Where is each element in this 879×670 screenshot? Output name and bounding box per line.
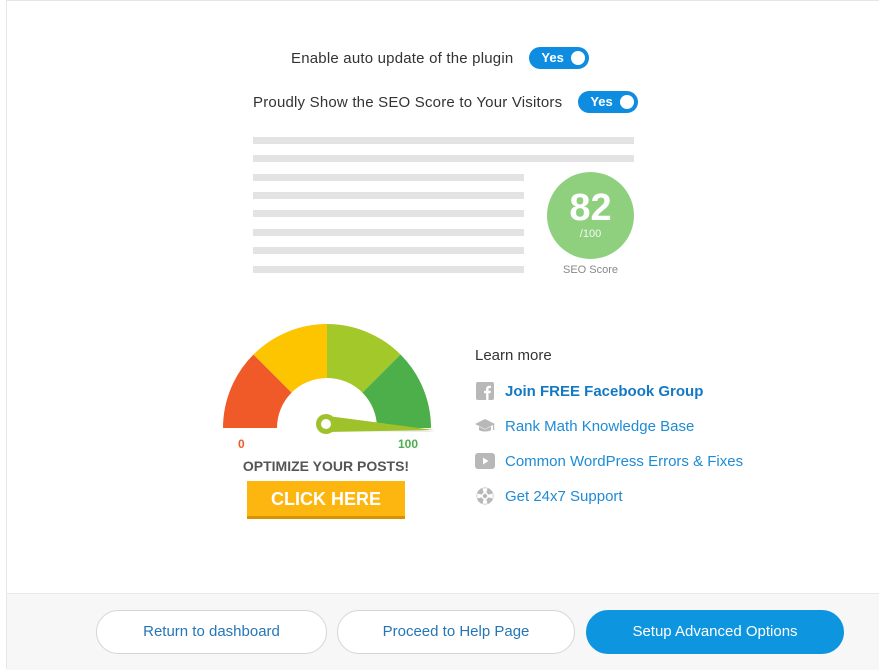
- gauge-min-label: 0: [238, 437, 245, 451]
- placeholder-line: [253, 174, 524, 181]
- placeholder-line: [253, 247, 524, 254]
- show-score-label: Proudly Show the SEO Score to Your Visit…: [253, 93, 563, 111]
- show-score-toggle[interactable]: Yes: [578, 91, 639, 113]
- link-wordpress-errors-label: Common WordPress Errors & Fixes: [505, 452, 744, 470]
- learn-more-title: Learn more: [475, 347, 552, 364]
- show-score-toggle-text: Yes: [590, 94, 613, 109]
- auto-update-row: Enable auto update of the plugin Yes: [291, 47, 590, 69]
- proceed-to-help-button[interactable]: Proceed to Help Page: [337, 610, 575, 654]
- top-border: [6, 0, 879, 1]
- placeholder-line: [253, 192, 524, 199]
- placeholder-line: [253, 155, 634, 162]
- setup-advanced-options-button[interactable]: Setup Advanced Options: [586, 610, 844, 654]
- link-facebook-group[interactable]: Join FREE Facebook Group: [475, 381, 703, 401]
- placeholder-line: [253, 229, 524, 236]
- show-score-row: Proudly Show the SEO Score to Your Visit…: [253, 91, 639, 113]
- placeholder-line: [253, 137, 634, 144]
- lifebuoy-icon: [475, 486, 495, 506]
- seo-score-badge: 82 /100: [547, 172, 634, 259]
- gauge-pivot-center: [321, 419, 331, 429]
- auto-update-toggle[interactable]: Yes: [529, 47, 590, 69]
- auto-update-toggle-text: Yes: [541, 50, 564, 65]
- youtube-icon: [475, 451, 495, 471]
- left-border: [6, 0, 7, 669]
- graduation-cap-icon: [475, 416, 495, 436]
- link-knowledge-base-label: Rank Math Knowledge Base: [505, 417, 695, 435]
- facebook-icon: [475, 381, 495, 401]
- link-wordpress-errors[interactable]: Common WordPress Errors & Fixes: [475, 451, 743, 471]
- return-to-dashboard-button[interactable]: Return to dashboard: [96, 610, 327, 654]
- optimize-headline: OPTIMIZE YOUR POSTS!: [242, 458, 410, 474]
- seo-gauge-graphic[interactable]: 0 100: [216, 324, 440, 456]
- link-support[interactable]: Get 24x7 Support: [475, 486, 623, 506]
- link-support-label: Get 24x7 Support: [505, 487, 623, 505]
- gauge-max-label: 100: [398, 437, 418, 451]
- click-here-button[interactable]: CLICK HERE: [247, 481, 405, 519]
- seo-score-max: /100: [579, 228, 602, 240]
- seo-score-value: 82: [569, 187, 612, 229]
- auto-update-label: Enable auto update of the plugin: [291, 49, 514, 67]
- link-facebook-group-label: Join FREE Facebook Group: [505, 382, 704, 400]
- link-knowledge-base[interactable]: Rank Math Knowledge Base: [475, 416, 694, 436]
- placeholder-line: [253, 266, 524, 273]
- toggle-knob: [571, 51, 586, 65]
- toggle-knob: [620, 95, 635, 109]
- seo-score-caption: SEO Score: [562, 264, 619, 276]
- placeholder-line: [253, 210, 524, 217]
